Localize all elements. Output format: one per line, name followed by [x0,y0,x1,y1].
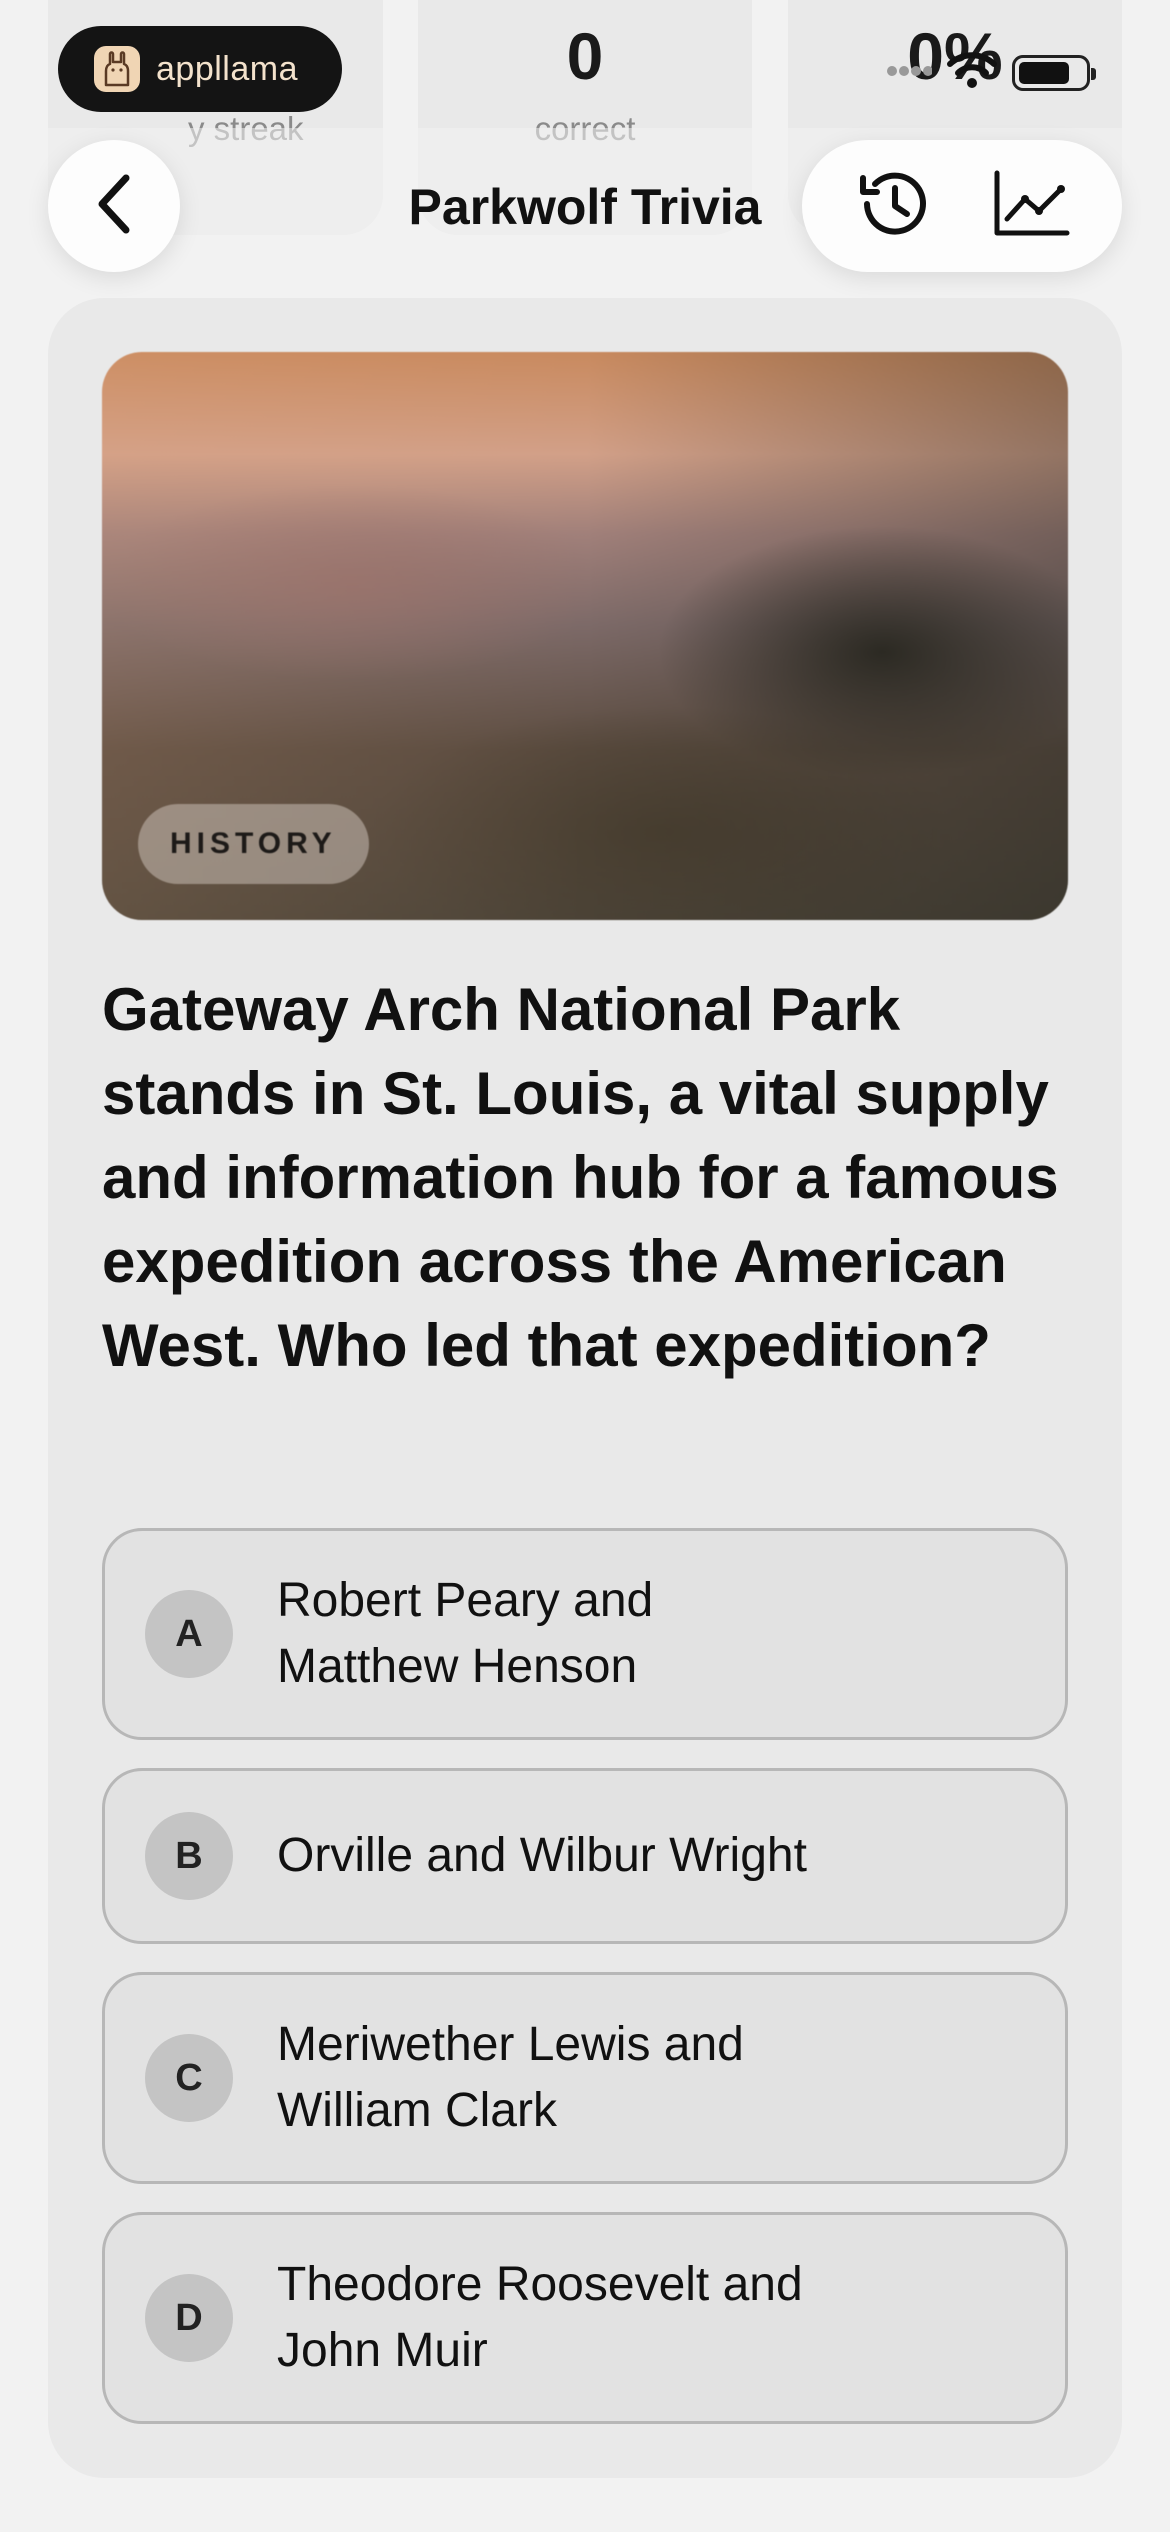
answer-option-a[interactable]: A Robert Peary and Matthew Henson [102,1528,1068,1740]
signal-dots-icon [886,64,933,82]
question-text: Gateway Arch National Park stands in St.… [102,976,1059,1379]
wifi-icon [946,50,998,95]
option-letter: B [145,1812,233,1900]
line-chart-icon [991,169,1071,244]
option-letter: D [145,2274,233,2362]
answer-option-c[interactable]: C Meriwether Lewis and William Clark [102,1972,1068,2184]
header-actions [802,140,1122,272]
llama-logo-icon [94,46,140,92]
status-bar-indicators [886,50,1096,95]
applet-name: appllama [156,49,298,88]
history-icon [853,164,933,249]
question-card: HISTORY Gateway Arch National Park stand… [48,298,1122,2478]
option-letter: A [145,1590,233,1678]
correct-value: 0 [566,19,604,93]
option-text: Robert Peary and Matthew Henson [277,1574,654,1693]
check-circle-icon [555,0,615,5]
option-letter: C [145,2034,233,2122]
option-text: Theodore Roosevelt and John Muir [277,2258,803,2377]
stats-button[interactable] [981,156,1081,256]
answer-option-b[interactable]: B Orville and Wilbur Wright [102,1768,1068,1944]
bar-chart-icon [920,0,990,5]
answer-option-d[interactable]: D Theodore Roosevelt and John Muir [102,2212,1068,2424]
battery-icon [1012,54,1096,91]
history-button[interactable] [843,156,943,256]
category-badge: HISTORY [138,804,369,884]
question-image: HISTORY [102,352,1068,920]
trivia-screen: y streak 0 correct 0% appllama [0,0,1170,2532]
flame-icon [196,0,236,5]
option-text: Orville and Wilbur Wright [277,1829,807,1882]
option-text: Meriwether Lewis and William Clark [277,2018,744,2137]
applet-badge[interactable]: appllama [58,26,342,112]
